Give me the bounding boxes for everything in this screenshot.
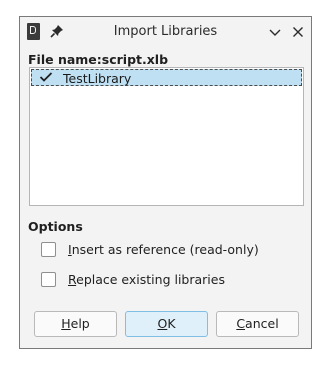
button-label: ancel (245, 316, 279, 331)
close-icon[interactable] (289, 23, 307, 41)
title-bar: Import Libraries (20, 17, 311, 47)
list-item-label: TestLibrary (63, 71, 132, 86)
import-libraries-dialog: Import Libraries File name:script.xlb Te… (19, 16, 312, 349)
file-name-label: File name:script.xlb (28, 52, 169, 67)
mnemonic-char: C (236, 316, 246, 331)
button-label: elp (70, 316, 90, 331)
chevron-down-icon[interactable] (266, 23, 284, 41)
cancel-button[interactable]: Cancel (216, 311, 299, 337)
replace-existing-label[interactable]: Replace existing libraries (68, 272, 225, 287)
check-icon[interactable] (39, 71, 53, 83)
list-item[interactable]: TestLibrary (31, 69, 302, 86)
library-list[interactable]: TestLibrary (29, 67, 304, 206)
insert-as-reference-label[interactable]: Insert as reference (read-only) (68, 242, 259, 257)
label-text: eplace existing libraries (76, 272, 225, 287)
help-button[interactable]: Help (34, 311, 117, 337)
ok-button[interactable]: OK (125, 311, 208, 337)
mnemonic-char: H (61, 316, 71, 331)
checkbox-box[interactable] (41, 242, 56, 257)
mnemonic-char: O (157, 316, 168, 331)
options-heading: Options (28, 219, 83, 234)
button-label: K (167, 316, 176, 331)
checkbox-box[interactable] (41, 272, 56, 287)
mnemonic-char: R (68, 272, 77, 287)
label-text: nsert as reference (read-only) (71, 242, 259, 257)
